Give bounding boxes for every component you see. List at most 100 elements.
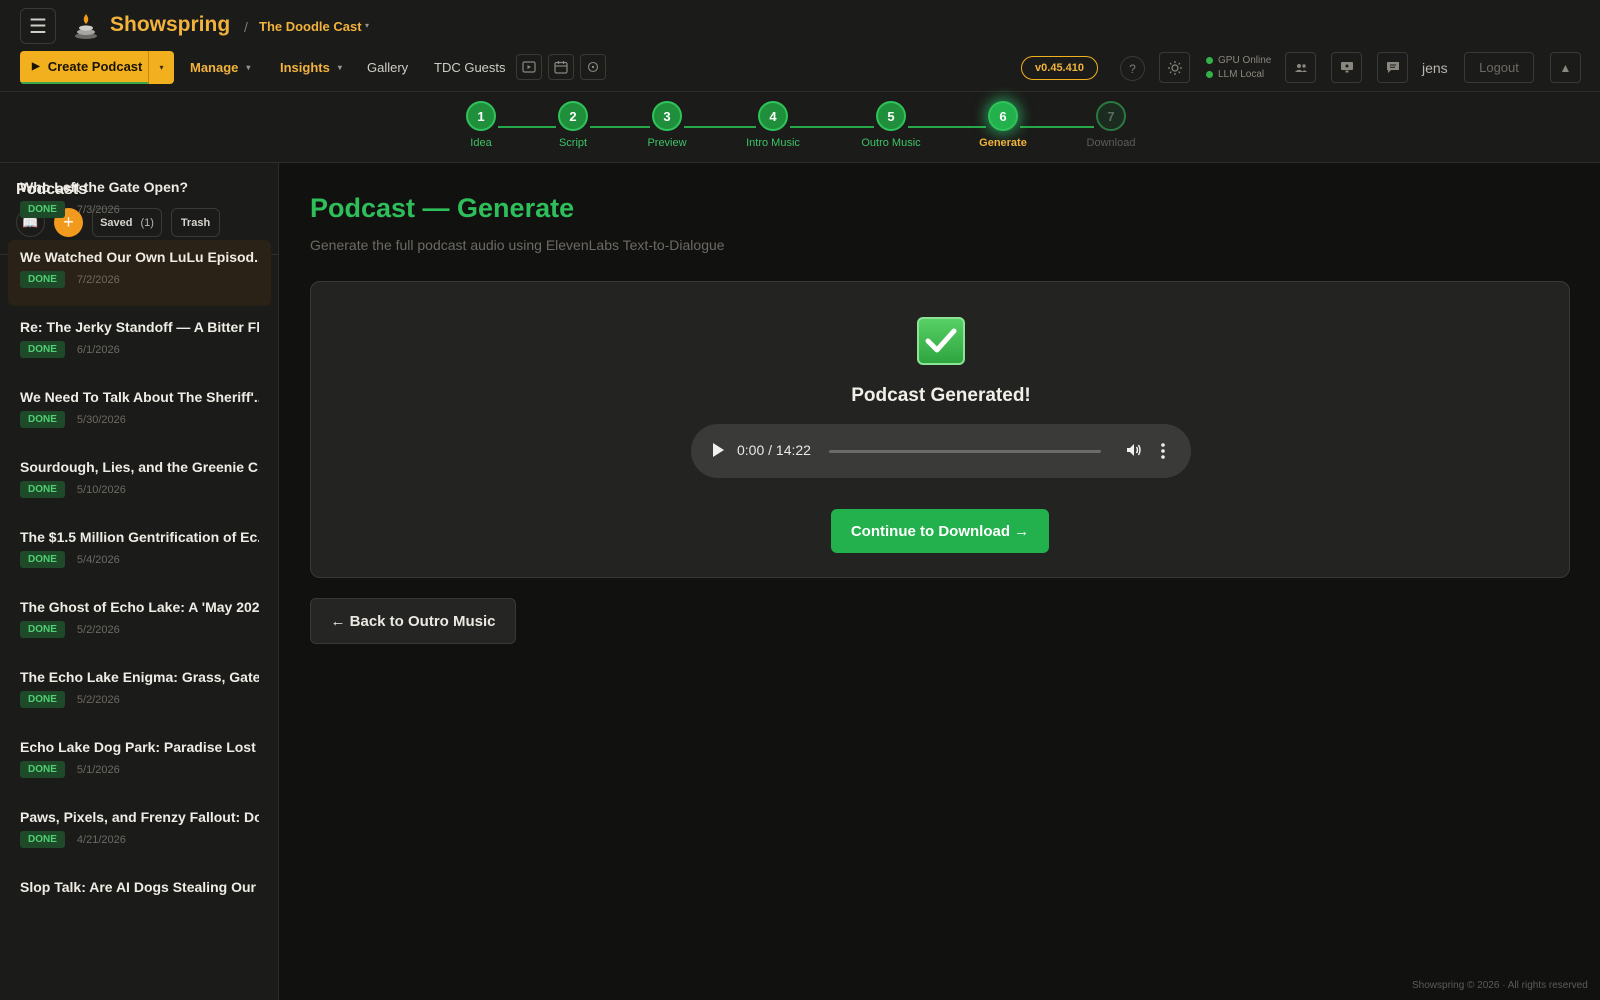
arrow-up-icon[interactable]: ▲ [1550,52,1581,83]
video-icon[interactable] [516,54,542,80]
clock-icon[interactable] [580,54,606,80]
audio-time: 0:00 / 14:22 [737,442,811,458]
episode-meta: DONE 5/2/2026 [20,621,259,638]
episode-meta: DONE 5/1/2026 [20,761,259,778]
monitor-icon[interactable] [1331,52,1362,83]
nav-gallery[interactable]: Gallery [367,60,408,75]
logout-button[interactable]: Logout [1464,52,1534,83]
help-icon[interactable]: ? [1120,56,1145,81]
card-title: Podcast Generated! [851,385,1031,406]
nav-insights[interactable]: Insights ▾ [280,60,342,75]
episode-item[interactable]: We Watched Our Own LuLu Episod... DONE 7/2… [8,240,271,306]
episode-item[interactable]: Slop Talk: Are AI Dogs Stealing Our ... [8,870,271,936]
step-idea[interactable]: 1 Idea [436,101,526,149]
volume-icon[interactable] [1125,441,1143,459]
status-dot [1206,71,1213,78]
back-to-outro-music-button[interactable]: ← Back to Outro Music [310,598,516,644]
continue-to-download-button[interactable]: Continue to Download → [831,509,1049,553]
episode-date: 4/21/2026 [76,833,126,846]
step-download[interactable]: 7 Download [1066,101,1156,149]
nav-manage[interactable]: Manage ▾ [190,60,250,75]
logo-icon [74,12,98,40]
status-dot [1206,57,1213,64]
episode-item[interactable]: The Echo Lake Enigma: Grass, Gates... DON… [8,660,271,726]
episode-title: Re: The Jerky Standoff — A Bitter Fl... [20,319,259,335]
nav-guests[interactable]: TDC Guests [434,60,506,75]
episode-meta: DONE 5/4/2026 [20,551,259,568]
episode-item[interactable]: The $1.5 Million Gentrification of Ec...… [8,520,271,586]
step-outro-music[interactable]: 5 Outro Music [846,101,936,149]
username[interactable]: jens [1422,60,1448,76]
version-badge: v0.45.410 [1021,56,1098,80]
step-number: 3 [652,101,682,131]
step-label: Script [558,137,588,149]
menu-icon[interactable]: ☰ [20,8,56,44]
step-preview[interactable]: 3 Preview [622,101,712,149]
step-generate[interactable]: 6 Generate [958,101,1048,149]
step-script[interactable]: 2 Script [528,101,618,149]
episode-title: The Ghost of Echo Lake: A 'May 202... [20,599,259,615]
episode-title: The $1.5 Million Gentrification of Ec... [20,529,259,545]
status-badge: DONE [20,761,65,778]
status-badge: DONE [20,691,65,708]
episode-date: 5/2/2026 [76,693,120,706]
nav-insights-label: Insights [280,60,330,75]
episode-date: 6/1/2026 [76,343,120,356]
episode-item[interactable]: Paws, Pixels, and Frenzy Fallout: Do... D… [8,800,271,866]
episode-item[interactable]: We Need To Talk About The Sheriff'... DON… [8,380,271,446]
create-dropdown-icon[interactable]: ▾ [148,51,174,84]
status-badge: DONE [20,621,65,638]
create-podcast-main[interactable]: ▶ Create Podcast [20,51,148,84]
chevron-down-icon: ▾ [246,63,251,72]
step-number: 4 [758,101,788,131]
sun-icon[interactable] [1159,52,1190,83]
episode-meta: DONE 5/10/2026 [20,481,259,498]
calendar-icon[interactable] [548,54,574,80]
nav-manage-label: Manage [190,60,239,75]
gpu-status-label: GPU Online [1218,55,1272,66]
episode-date: 5/1/2026 [76,763,120,776]
episode-date: 5/2/2026 [76,623,120,636]
gpu-status: GPU Online [1206,55,1271,66]
step-intro-music[interactable]: 4 Intro Music [728,101,818,149]
episode-title: The Echo Lake Enigma: Grass, Gates... [20,669,259,685]
episode-title: Slop Talk: Are AI Dogs Stealing Our ... [20,879,259,895]
episode-title: We Watched Our Own LuLu Episod... [20,249,259,265]
episode-date: 5/10/2026 [76,483,126,496]
episode-meta: DONE 6/1/2026 [20,341,259,358]
step-label: Intro Music [746,137,800,149]
status-badge: DONE [20,831,65,848]
episode-title: Sourdough, Lies, and the Greenie C... [20,459,259,475]
step-label: Generate [979,137,1027,149]
step-label: Download [1086,137,1136,149]
status-badge: DONE [20,271,65,288]
brand-name[interactable]: Showspring [110,13,230,37]
audio-player[interactable]: 0:00 / 14:22 [691,424,1191,478]
audio-progress-bar[interactable] [829,450,1101,453]
episode-title: Who Left the Gate Open? [20,179,188,195]
create-podcast-button[interactable]: ▶ Create Podcast ▾ [20,51,174,84]
episode-title: Paws, Pixels, and Frenzy Fallout: Do... [20,809,259,825]
episode-item[interactable]: Who Left the Gate Open? DONE 7/3/2026 [8,170,271,236]
show-selector[interactable]: The Doodle Cast [259,19,362,34]
episode-item[interactable]: Sourdough, Lies, and the Greenie C... DON… [8,450,271,516]
play-icon[interactable] [713,443,724,457]
episode-item[interactable]: Echo Lake Dog Park: Paradise Lost ... DON… [8,730,271,796]
status-badge: DONE [20,201,65,218]
episode-meta: DONE 4/21/2026 [20,831,259,848]
generate-result-card: Podcast Generated! 0:00 / 14:22 Continue… [310,281,1570,578]
top-header: ☰ Showspring / The Doodle Cast ▾ ▶ Creat… [0,0,1600,92]
llm-status: LLM Local [1206,69,1264,80]
episode-meta: DONE 5/30/2026 [20,411,259,428]
more-options-icon[interactable] [1161,441,1165,461]
status-badge: DONE [20,551,65,568]
create-podcast-label: Create Podcast [47,59,143,74]
chat-icon[interactable] [1377,52,1408,83]
episode-item[interactable]: Re: The Jerky Standoff — A Bitter Fl... D… [8,310,271,376]
step-number: 7 [1096,101,1126,131]
users-icon[interactable] [1285,52,1316,83]
episode-item[interactable]: The Ghost of Echo Lake: A 'May 202... DON… [8,590,271,656]
episode-date: 7/2/2026 [76,273,120,286]
chevron-down-icon: ▾ [337,63,342,72]
chevron-down-icon[interactable]: ▾ [365,21,369,30]
